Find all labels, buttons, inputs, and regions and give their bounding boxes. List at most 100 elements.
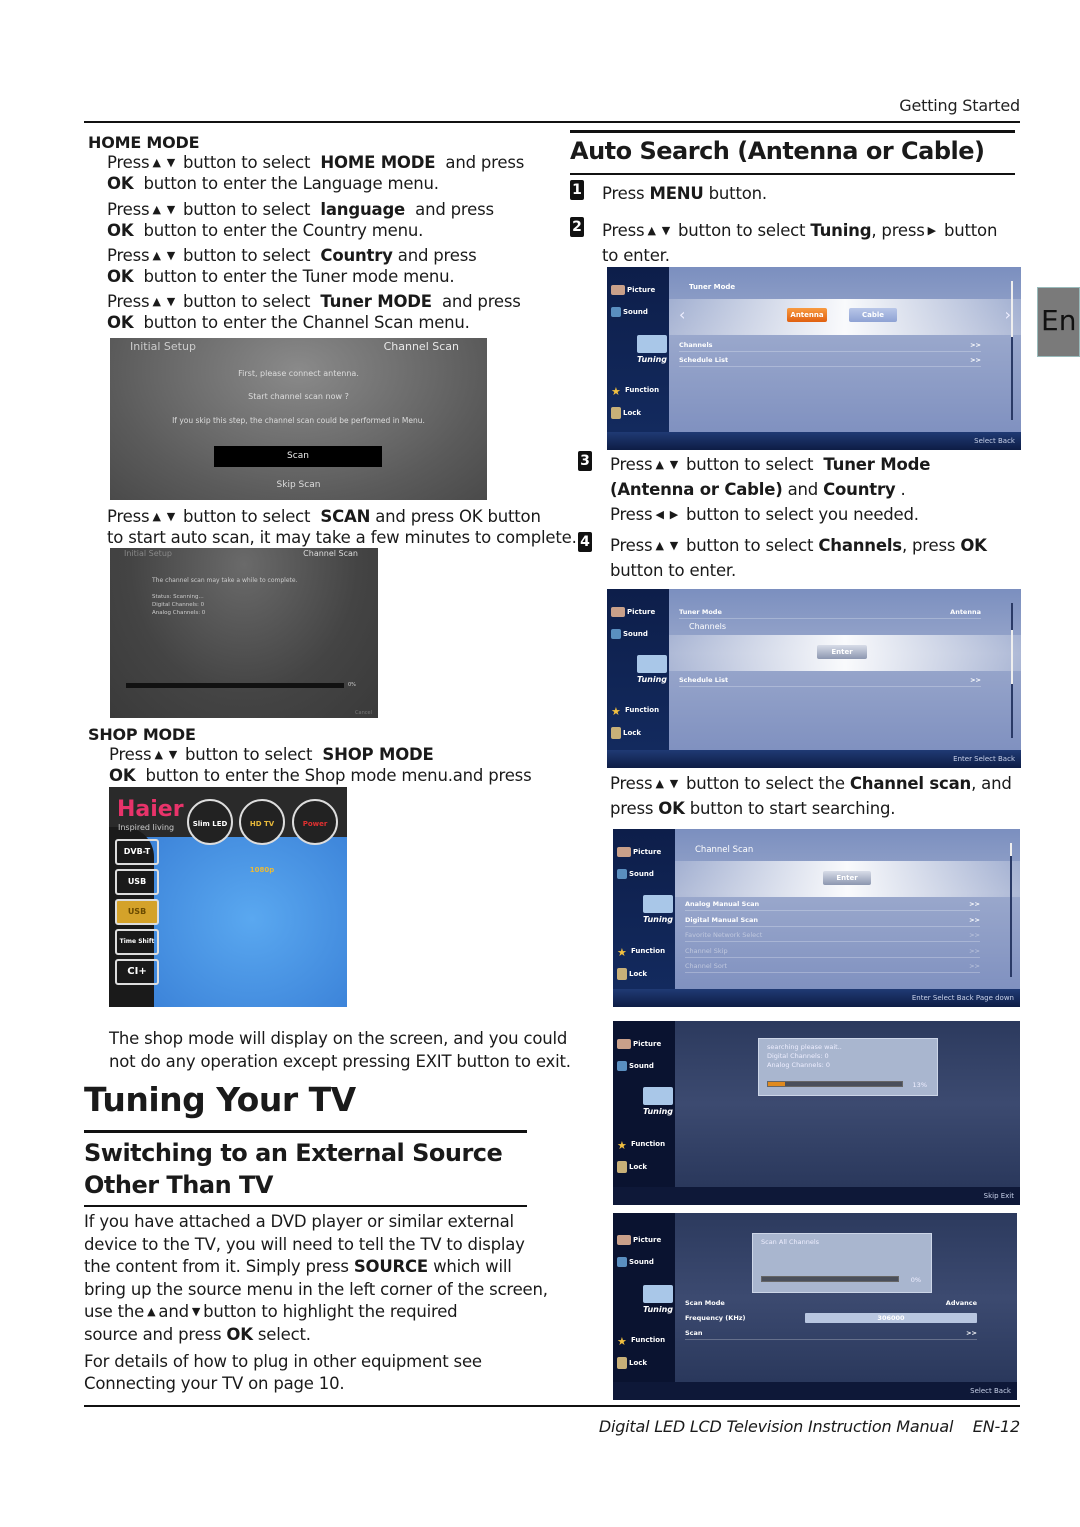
scan-mode-row[interactable]: Scan Mode Advance <box>685 1296 977 1310</box>
picture-icon <box>611 285 625 295</box>
frequency-row[interactable]: Frequency (KHz) 306000 <box>685 1311 977 1325</box>
cable-option[interactable]: Cable <box>849 308 897 322</box>
shop-mode-note: The shop mode will display on the screen… <box>109 1029 571 1071</box>
favorite-network-row[interactable]: Favorite Network Select >> <box>685 928 980 942</box>
footer-rule <box>84 1405 1020 1407</box>
tagline: Inspired living <box>118 823 175 832</box>
tv-footer-hints: Select Back <box>607 432 1021 450</box>
usb-media-icon: USB <box>115 899 159 925</box>
haier-logo: Haier <box>117 797 184 822</box>
section-header: Getting Started <box>899 96 1020 115</box>
power-badge-icon: Power <box>292 799 338 845</box>
sound-icon <box>611 629 621 639</box>
scan-button[interactable]: Scan <box>214 446 382 467</box>
right-arrow-icon: ▶ <box>927 224 936 237</box>
auto-search-title: Auto Search (Antenna or Cable) <box>570 137 985 165</box>
scan-progress-bar <box>761 1276 899 1282</box>
skip-scan-button[interactable]: Skip Scan <box>110 480 487 490</box>
tuning-title: Tuning Your TV <box>84 1080 356 1119</box>
screenshot-searching: Picture Sound Tuning ★ Function Lock sear… <box>613 1021 1020 1205</box>
down-arrow-icon: ▼ <box>166 156 175 169</box>
searching-dialog: searching please wait.. Digital Channels… <box>758 1038 938 1096</box>
external-source-heading: Switching to an External Source Other Th… <box>84 1139 503 1199</box>
progress-label: 13% <box>912 1081 927 1089</box>
sound-icon <box>617 1061 627 1071</box>
home-step-1: Press ▲ ▼ button to select HOME MODE and p… <box>107 153 525 172</box>
picture-icon <box>617 847 631 857</box>
enter-button[interactable]: Enter <box>823 871 871 885</box>
footer: Digital LED LCD Television Instruction M… <box>598 1417 1020 1436</box>
enter-button[interactable]: Enter <box>817 645 867 659</box>
digital-manual-scan-row[interactable]: Digital Manual Scan >> <box>685 913 980 927</box>
search-progress-bar <box>767 1081 903 1087</box>
channel-skip-row[interactable]: Channel Skip >> <box>685 944 980 958</box>
star-icon: ★ <box>611 705 621 718</box>
auto-step-3: Press ▲ ▼ button to select Tuner Mode (Ant… <box>610 455 931 524</box>
antenna-option[interactable]: Antenna <box>787 308 827 322</box>
lock-icon <box>617 1161 627 1173</box>
schedule-list-row[interactable]: Schedule List >> <box>679 673 981 687</box>
star-icon: ★ <box>617 946 627 959</box>
screenshot-scanning: Initial Setup Channel Scan The channel s… <box>110 548 378 718</box>
subheading-rule <box>84 1205 527 1207</box>
analog-manual-scan-row[interactable]: Analog Manual Scan >> <box>685 897 980 911</box>
lock-icon <box>617 1357 627 1369</box>
down-arrow-icon: ▼ <box>166 249 175 262</box>
up-arrow-icon: ▲ <box>655 458 664 471</box>
tuning-rule <box>84 1130 527 1133</box>
star-icon: ★ <box>617 1335 627 1348</box>
down-arrow-icon: ▼ <box>166 295 175 308</box>
frequency-input[interactable]: 306000 <box>805 1313 977 1323</box>
screen-title: Initial Setup <box>130 340 196 353</box>
up-arrow-icon: ▲ <box>152 203 161 216</box>
left-chevron-icon[interactable]: ‹ <box>679 305 685 324</box>
up-arrow-icon: ▲ <box>147 1305 156 1318</box>
home-step-4: Press ▲ ▼ button to select Tuner MODE and … <box>107 292 521 311</box>
tuning-icon <box>643 895 673 913</box>
auto-step-4: Press ▲ ▼ button to select Channels, press… <box>610 536 987 580</box>
scan-all-dialog: Scan All Channels 0% <box>752 1233 932 1293</box>
screenshot-initial-setup: Initial Setup Channel Scan First, please… <box>110 338 487 500</box>
up-arrow-icon: ▲ <box>152 510 161 523</box>
tuning-icon <box>643 1087 673 1105</box>
up-arrow-icon: ▲ <box>154 748 163 761</box>
down-arrow-icon: ▼ <box>168 748 177 761</box>
shop-mode-heading: SHOP MODE <box>88 725 196 744</box>
down-arrow-icon: ▼ <box>191 1305 201 1318</box>
lock-icon <box>611 407 621 419</box>
star-icon: ★ <box>617 1139 627 1152</box>
step-number-3: 3 <box>578 451 592 471</box>
time-shift-icon: Time Shift <box>115 929 159 955</box>
up-arrow-icon: ▲ <box>655 539 664 552</box>
home-mode-steps: Press ▲ ▼ button to select HOME MODE and p… <box>107 153 525 332</box>
tuner-mode-row[interactable]: Tuner Mode Antenna <box>679 605 981 619</box>
channels-row[interactable]: Channels >> <box>679 338 981 352</box>
auto-step-1: Press MENU button. <box>602 184 767 203</box>
tuning-icon <box>637 335 667 353</box>
language-tab-label: En <box>1041 304 1077 337</box>
screen-title-right: Channel Scan <box>383 340 459 353</box>
down-arrow-icon: ▼ <box>669 777 678 790</box>
scan-note: Press ▲ ▼ button to select SCAN and press … <box>107 507 577 547</box>
page-number: EN-12 <box>972 1417 1020 1436</box>
schedule-list-row[interactable]: Schedule List >> <box>679 353 981 367</box>
screenshot-scan-all: Picture Sound Tuning ★ Function Lock Scan… <box>613 1213 1017 1400</box>
picture-icon <box>617 1039 631 1049</box>
step-number-4: 4 <box>578 532 592 552</box>
scan-progress-bar <box>126 683 344 688</box>
tuning-icon <box>637 655 667 673</box>
tv-side-menu: Picture Sound Tuning ★ Function Lock <box>607 267 669 432</box>
external-source-text: If you have attached a DVD player or sim… <box>84 1212 548 1393</box>
cancel-button[interactable]: Cancel <box>355 710 372 716</box>
auto-step-2: Press ▲ ▼ button to select Tuning, press ▶ … <box>602 221 998 265</box>
picture-icon <box>617 1235 631 1245</box>
dvb-icon: DVB-T <box>115 839 159 865</box>
picture-icon <box>611 607 625 617</box>
hd-tv-badge-icon: HD TV 1080p <box>239 799 285 874</box>
channel-sort-row[interactable]: Channel Sort >> <box>685 959 980 973</box>
usb-icon: USB <box>115 869 159 895</box>
language-tab[interactable]: En <box>1037 287 1080 357</box>
screenshot-tuner-mode: Picture Sound Tuning ★ Function Lock Tune… <box>607 267 1021 450</box>
down-arrow-icon: ▼ <box>669 539 678 552</box>
scan-row[interactable]: Scan >> <box>685 1326 977 1340</box>
